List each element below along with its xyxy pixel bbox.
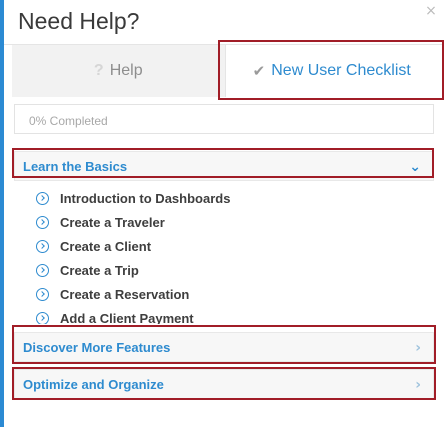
checklist-item[interactable]: Add a Client Payment [36,306,426,324]
panel-title: Need Help? [18,8,140,34]
circle-arrow-icon [36,191,49,205]
checklist-item[interactable]: Create a Reservation [36,282,426,306]
checklist-item[interactable]: Create a Traveler [36,210,426,234]
question-icon: ? [93,62,104,79]
help-panel: Need Help? × ? Help ✔ New User Checklist… [0,0,446,427]
circle-arrow-icon [36,215,49,229]
checklist-item-label: Create a Reservation [60,286,190,302]
circle-arrow-icon [36,263,49,277]
tab-help[interactable]: ? Help [12,45,226,97]
progress-text: 0% Completed [29,114,108,128]
chevron-right-icon: › [415,377,421,393]
section-label: Optimize and Organize [23,376,164,392]
checklist-item[interactable]: Create a Client [36,234,426,258]
section-label: Learn the Basics [23,158,128,174]
checklist-item-label: Create a Trip [60,262,139,278]
section-label: Discover More Features [23,339,171,355]
chevron-down-icon: ⌄ [409,159,421,175]
checklist-item-label: Introduction to Dashboards [60,190,231,206]
checklist-item-label: Add a Client Payment [60,310,194,325]
section-learn-the-basics[interactable]: Learn the Basics ⌄ [14,151,434,181]
tab-bar: ? Help ✔ New User Checklist [12,45,438,97]
progress-bar: 0% Completed [14,104,434,134]
section-optimize-and-organize[interactable]: Optimize and Organize › [14,369,434,399]
section-discover-more-features[interactable]: Discover More Features › [14,332,434,362]
tab-checklist-label: New User Checklist [271,62,411,79]
circle-arrow-icon [36,287,49,301]
checklist-item[interactable]: Introduction to Dashboards [36,186,426,210]
close-icon[interactable]: × [424,4,438,18]
tab-help-label: Help [109,62,143,79]
checklist-item[interactable]: Create a Trip [36,258,426,282]
checklist-items-container: Introduction to Dashboards Create a Trav… [0,186,446,324]
chevron-right-icon: › [415,340,421,356]
checklist-item-label: Create a Traveler [60,214,165,230]
checkmark-icon: ✔ [252,62,266,80]
checklist-item-label: Create a Client [60,238,152,254]
circle-arrow-icon [36,239,49,253]
checklist-items: Introduction to Dashboards Create a Trav… [36,186,426,324]
circle-arrow-icon [36,311,49,324]
tab-new-user-checklist[interactable]: ✔ New User Checklist [225,45,438,97]
